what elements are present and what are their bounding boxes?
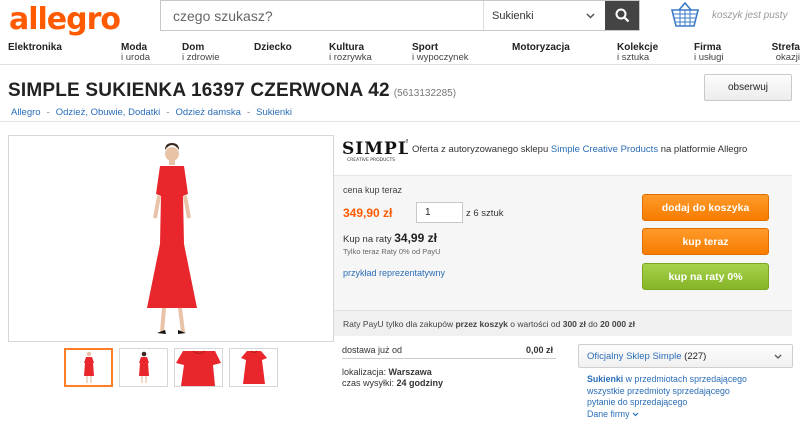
installment-info: Kup na raty 34,99 zł (343, 231, 437, 245)
seller-links: Sukienki w przedmiotach sprzedającego ws… (587, 374, 747, 420)
thumbnail-2[interactable] (119, 348, 168, 387)
basket-status[interactable]: koszyk jest pusty (712, 10, 788, 21)
chevron-down-icon (586, 12, 595, 19)
price: 349,90 zł (343, 206, 393, 220)
nav-moda[interactable]: Moda i uroda (121, 43, 150, 63)
search-button[interactable] (605, 1, 639, 30)
payu-note: Raty PayU tylko dla zakupów przez koszyk… (334, 310, 792, 336)
seller-logo[interactable]: SIMPLE ® CREATIVE PRODUCTS (342, 137, 408, 163)
product-id: (5613132285) (393, 88, 457, 99)
product-title: SIMPLE SUKIENKA 16397 CZERWONA 42 (561313… (8, 80, 457, 101)
official-shop-dropdown[interactable]: Oficjalny Sklep Simple (227) (578, 344, 793, 368)
breadcrumb-item[interactable]: Allegro (11, 107, 41, 118)
delivery-info: dostawa już od 0,00 zł lokalizacja: Warsz… (342, 345, 556, 389)
breadcrumb: Allegro - Odzież, Obuwie, Dodatki - Odzież d… (11, 107, 293, 118)
breadcrumb-item[interactable]: Sukienki (256, 107, 292, 118)
add-to-cart-button[interactable]: dodaj do koszyka (642, 194, 769, 221)
nav-kultura[interactable]: Kultura i rozrywka (329, 43, 372, 63)
thumbnail-4[interactable] (229, 348, 278, 387)
nav-motoryzacja[interactable]: Motoryzacja (512, 43, 570, 53)
seller-info: Oferta z autoryzowanego sklepu Simple Cr… (412, 144, 748, 155)
delivery-label: dostawa już od (342, 345, 403, 355)
official-shop-link[interactable]: Oficjalny Sklep Simple (587, 351, 682, 362)
buy-now-button[interactable]: kup teraz (642, 228, 769, 255)
nav-strefa-okazji[interactable]: Strefa okazji (764, 43, 800, 63)
nav-elektronika[interactable]: Elektronika (8, 43, 62, 53)
svg-text:SIMPLE: SIMPLE (342, 139, 408, 159)
breadcrumb-item[interactable]: Odzież damska (175, 107, 240, 118)
buy-box: cena kup teraz 349,90 zł z 6 sztuk Kup n… (334, 175, 792, 336)
company-data-toggle[interactable]: Dane firmy (587, 409, 747, 421)
search-input[interactable] (161, 1, 483, 30)
divider (0, 121, 800, 122)
dress-photo (147, 143, 197, 334)
chevron-down-icon (632, 412, 639, 416)
location-row: lokalizacja: Warszawa (342, 367, 432, 377)
category-nav: Elektronika Moda i uroda Dom i zdrowie Dzi… (0, 43, 800, 65)
category-select[interactable]: Sukienki (483, 1, 605, 30)
category-select-label: Sukienki (492, 9, 534, 22)
thumbnail-strip (64, 348, 278, 387)
representative-example-link[interactable]: przykład reprezentatywny (343, 268, 445, 278)
chevron-down-icon (774, 354, 782, 359)
nav-dom[interactable]: Dom i zdrowie (182, 43, 220, 63)
quantity-input[interactable] (416, 202, 463, 223)
nav-firma[interactable]: Firma i usługi (694, 43, 724, 63)
ask-seller-link[interactable]: pytanie do sprzedającego (587, 397, 687, 407)
seller-category-link[interactable]: Sukienki w przedmiotach sprzedającego (587, 374, 747, 386)
svg-text:CREATIVE PRODUCTS: CREATIVE PRODUCTS (347, 157, 395, 163)
shipping-time-row: czas wysyłki: 24 godziny (342, 378, 444, 388)
product-main-image[interactable] (8, 135, 334, 342)
delivery-price[interactable]: 0,00 zł (526, 345, 553, 355)
basket-icon[interactable] (670, 2, 700, 28)
all-seller-items-link[interactable]: wszystkie przedmioty sprzedającego (587, 386, 730, 396)
allegro-logo[interactable]: allegro (9, 2, 121, 37)
search-bar: Sukienki (160, 0, 640, 31)
breadcrumb-item[interactable]: Odzież, Obuwie, Dodatki (56, 107, 161, 118)
svg-text:®: ® (405, 138, 408, 145)
nav-sport[interactable]: Sport i wypoczynek (412, 43, 469, 63)
price-label: cena kup teraz (343, 185, 403, 195)
buy-installments-button[interactable]: kup na raty 0% (642, 263, 769, 290)
observe-button[interactable]: obserwuj (704, 74, 792, 101)
seller-shop-link[interactable]: Simple Creative Products (551, 144, 658, 155)
nav-kolekcje[interactable]: Kolekcje i sztuka (617, 43, 658, 63)
search-icon (615, 8, 629, 23)
nav-dziecko[interactable]: Dziecko (254, 43, 292, 53)
quantity-available: z 6 sztuk (466, 208, 504, 219)
installment-note: Tylko teraz Raty 0% od PayU (343, 247, 441, 256)
thumbnail-3[interactable] (174, 348, 223, 387)
thumbnail-1[interactable] (64, 348, 113, 387)
